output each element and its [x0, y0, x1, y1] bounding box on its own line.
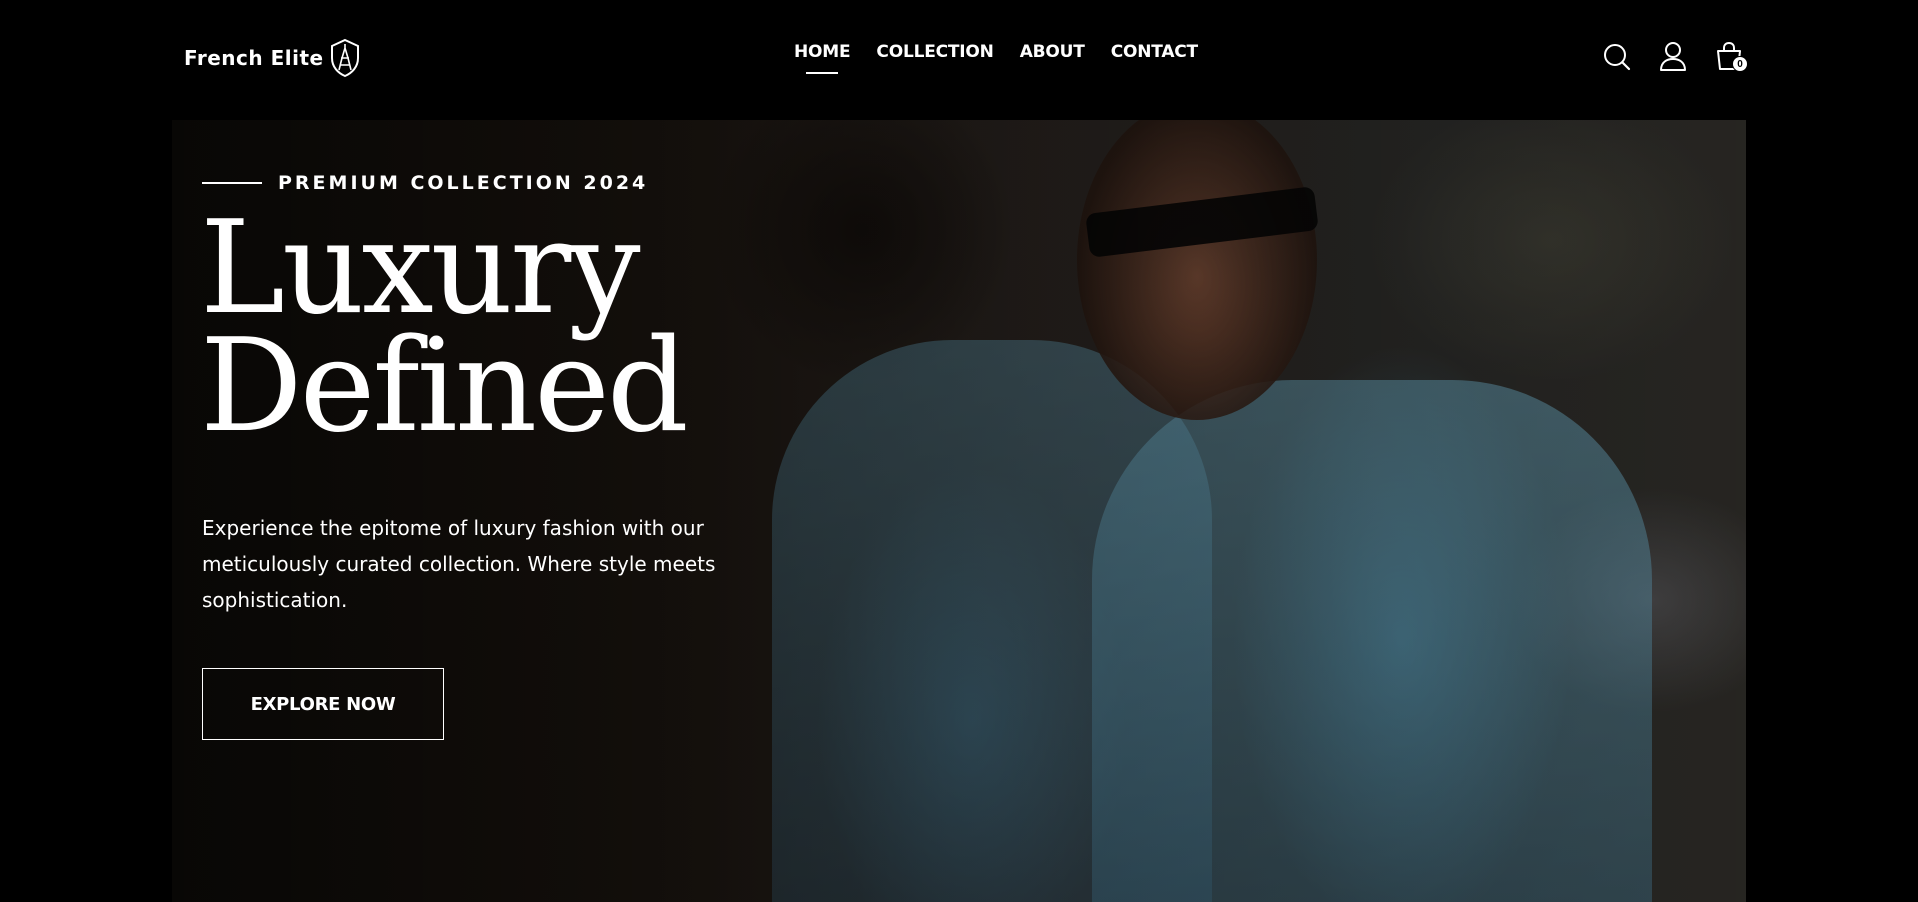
main-nav: HOME COLLECTION ABOUT CONTACT [794, 42, 1198, 74]
headline-line-2: Defined [200, 312, 689, 461]
explore-now-button[interactable]: EXPLORE NOW [202, 668, 444, 740]
eiffel-tower-shield-icon [329, 38, 361, 78]
hero-eyebrow: PREMIUM COLLECTION 2024 [202, 172, 648, 194]
nav-home[interactable]: HOME [794, 42, 851, 74]
site-header: French Elite HOME COLLECTION ABOUT CONTA… [0, 0, 1918, 120]
shopping-bag-icon[interactable]: 0 [1714, 40, 1748, 72]
brand-name: French Elite [184, 46, 324, 70]
nav-about[interactable]: ABOUT [1020, 42, 1085, 62]
cart-count-badge: 0 [1732, 56, 1748, 72]
user-icon[interactable] [1658, 40, 1688, 72]
hero-headline: Luxury Defined [200, 194, 689, 461]
hero-section: PREMIUM COLLECTION 2024 Luxury Defined E… [172, 120, 1746, 902]
nav-contact[interactable]: CONTACT [1111, 42, 1198, 62]
brand-logo[interactable]: French Elite [184, 38, 361, 78]
headline-line-1: Luxury [200, 194, 641, 343]
header-actions: 0 [1602, 40, 1748, 72]
eyebrow-text: PREMIUM COLLECTION 2024 [278, 172, 649, 194]
hero-description: Experience the epitome of luxury fashion… [202, 516, 716, 612]
eyebrow-divider [202, 182, 262, 184]
nav-collection[interactable]: COLLECTION [876, 42, 993, 62]
search-icon[interactable] [1602, 40, 1632, 72]
